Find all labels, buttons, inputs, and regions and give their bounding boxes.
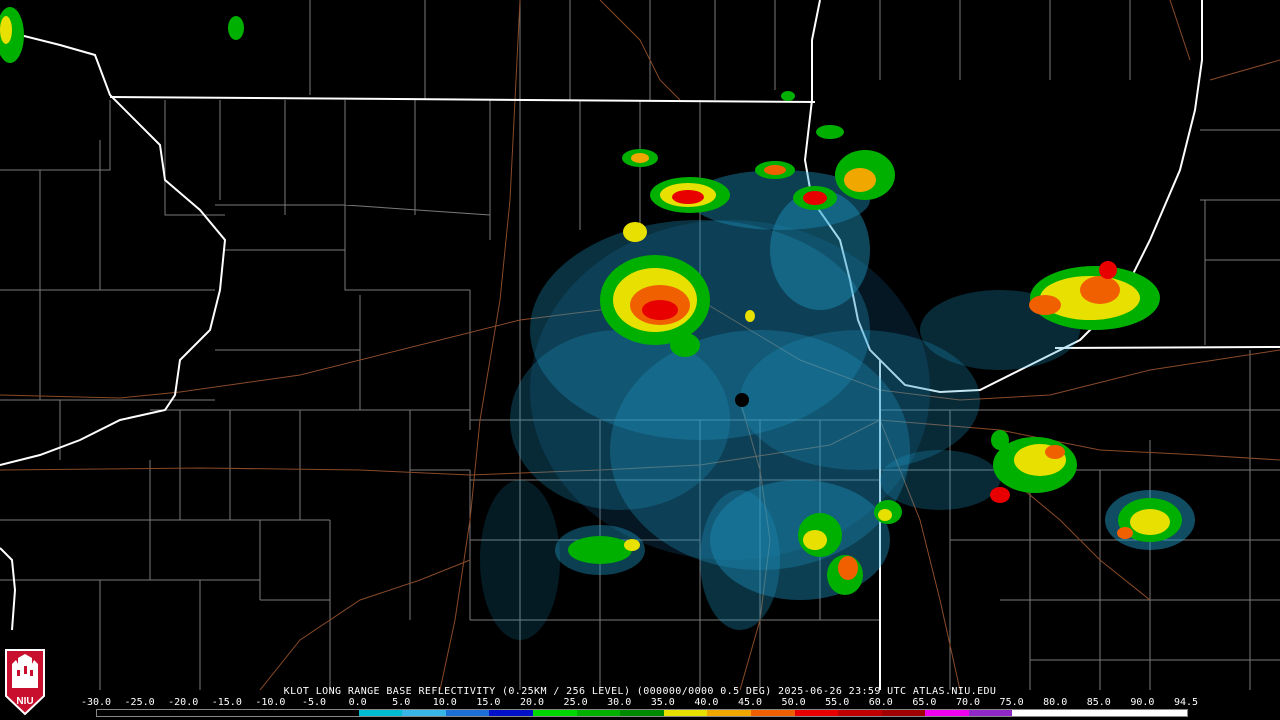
scale-color-segment [402, 710, 446, 716]
scale-color-segment [968, 710, 1013, 716]
scale-tick-label: -30.0 [80, 697, 112, 708]
scale-tick-label: 25.0 [563, 697, 588, 708]
scale-tick-label: 50.0 [781, 697, 806, 708]
scale-color-segment [576, 710, 621, 716]
scale-tick-label: 30.0 [607, 697, 632, 708]
scale-color-segment [1143, 710, 1187, 716]
scale-color-segment [881, 710, 926, 716]
radar-site [735, 393, 749, 407]
scale-tick-label: 40.0 [694, 697, 719, 708]
scale-color-segment [140, 710, 185, 716]
scale-color-segment [184, 710, 228, 716]
scale-color-segment [227, 710, 272, 716]
scale-tick-label: 70.0 [955, 697, 981, 708]
radar-frame: KLOT LONG RANGE BASE REFLECTIVITY (0.25K… [0, 0, 1280, 720]
scale-color-segment [1099, 710, 1144, 716]
scale-color-segment [314, 710, 359, 716]
scale-color-segment [707, 710, 751, 716]
radar-map [0, 0, 1280, 690]
niu-seal-icon: NIU [5, 649, 45, 716]
scale-tick-label: -25.0 [124, 697, 155, 708]
scale-tick-label: 5.0 [392, 697, 411, 708]
scale-tick-label: 0.0 [348, 697, 367, 708]
storm-cell [1029, 261, 1160, 330]
scale-color-segment [358, 710, 403, 716]
scale-tick-label: 94.5 [1173, 697, 1199, 708]
scale-tick-label: -20.0 [168, 697, 199, 708]
scale-color-segment [620, 710, 664, 716]
scale-color-segment [794, 710, 839, 716]
reflectivity-scale-labels: -30.0 -25.0 -20.0 -15.0 -10.0 -5.0 0.0 5.0 10.0 1… [81, 697, 1198, 708]
scale-tick-label: 35.0 [650, 697, 675, 708]
reflectivity-color-bar [96, 709, 1188, 717]
scale-tick-label: 10.0 [432, 697, 457, 708]
logo-text: NIU [16, 696, 33, 707]
scale-tick-label: 15.0 [476, 697, 501, 708]
scale-color-segment [750, 710, 795, 716]
scale-tick-label: 80.0 [1043, 697, 1068, 708]
scale-color-segment [445, 710, 490, 716]
scale-tick-label: 65.0 [912, 697, 937, 708]
scale-color-segment [271, 710, 315, 716]
scale-tick-label: -10.0 [255, 697, 286, 708]
scale-tick-label: 75.0 [999, 697, 1024, 708]
scale-color-segment [532, 710, 577, 716]
scale-tick-label: -5.0 [301, 697, 327, 708]
scale-color-segment [97, 710, 141, 716]
scale-color-segment [925, 710, 969, 716]
scale-tick-label: 60.0 [868, 697, 893, 708]
scale-color-segment [838, 710, 882, 716]
scale-tick-label: 85.0 [1086, 697, 1111, 708]
scale-color-segment [663, 710, 708, 716]
scale-tick-label: -15.0 [211, 697, 242, 708]
storm-cell [990, 430, 1077, 503]
scale-tick-label: 20.0 [519, 697, 545, 708]
scale-tick-label: 45.0 [737, 697, 763, 708]
scale-color-segment [1012, 710, 1057, 716]
scale-tick-label: 90.0 [1130, 697, 1155, 708]
scale-tick-label: 55.0 [825, 697, 850, 708]
scale-color-segment [1056, 710, 1100, 716]
scale-color-segment [489, 710, 533, 716]
